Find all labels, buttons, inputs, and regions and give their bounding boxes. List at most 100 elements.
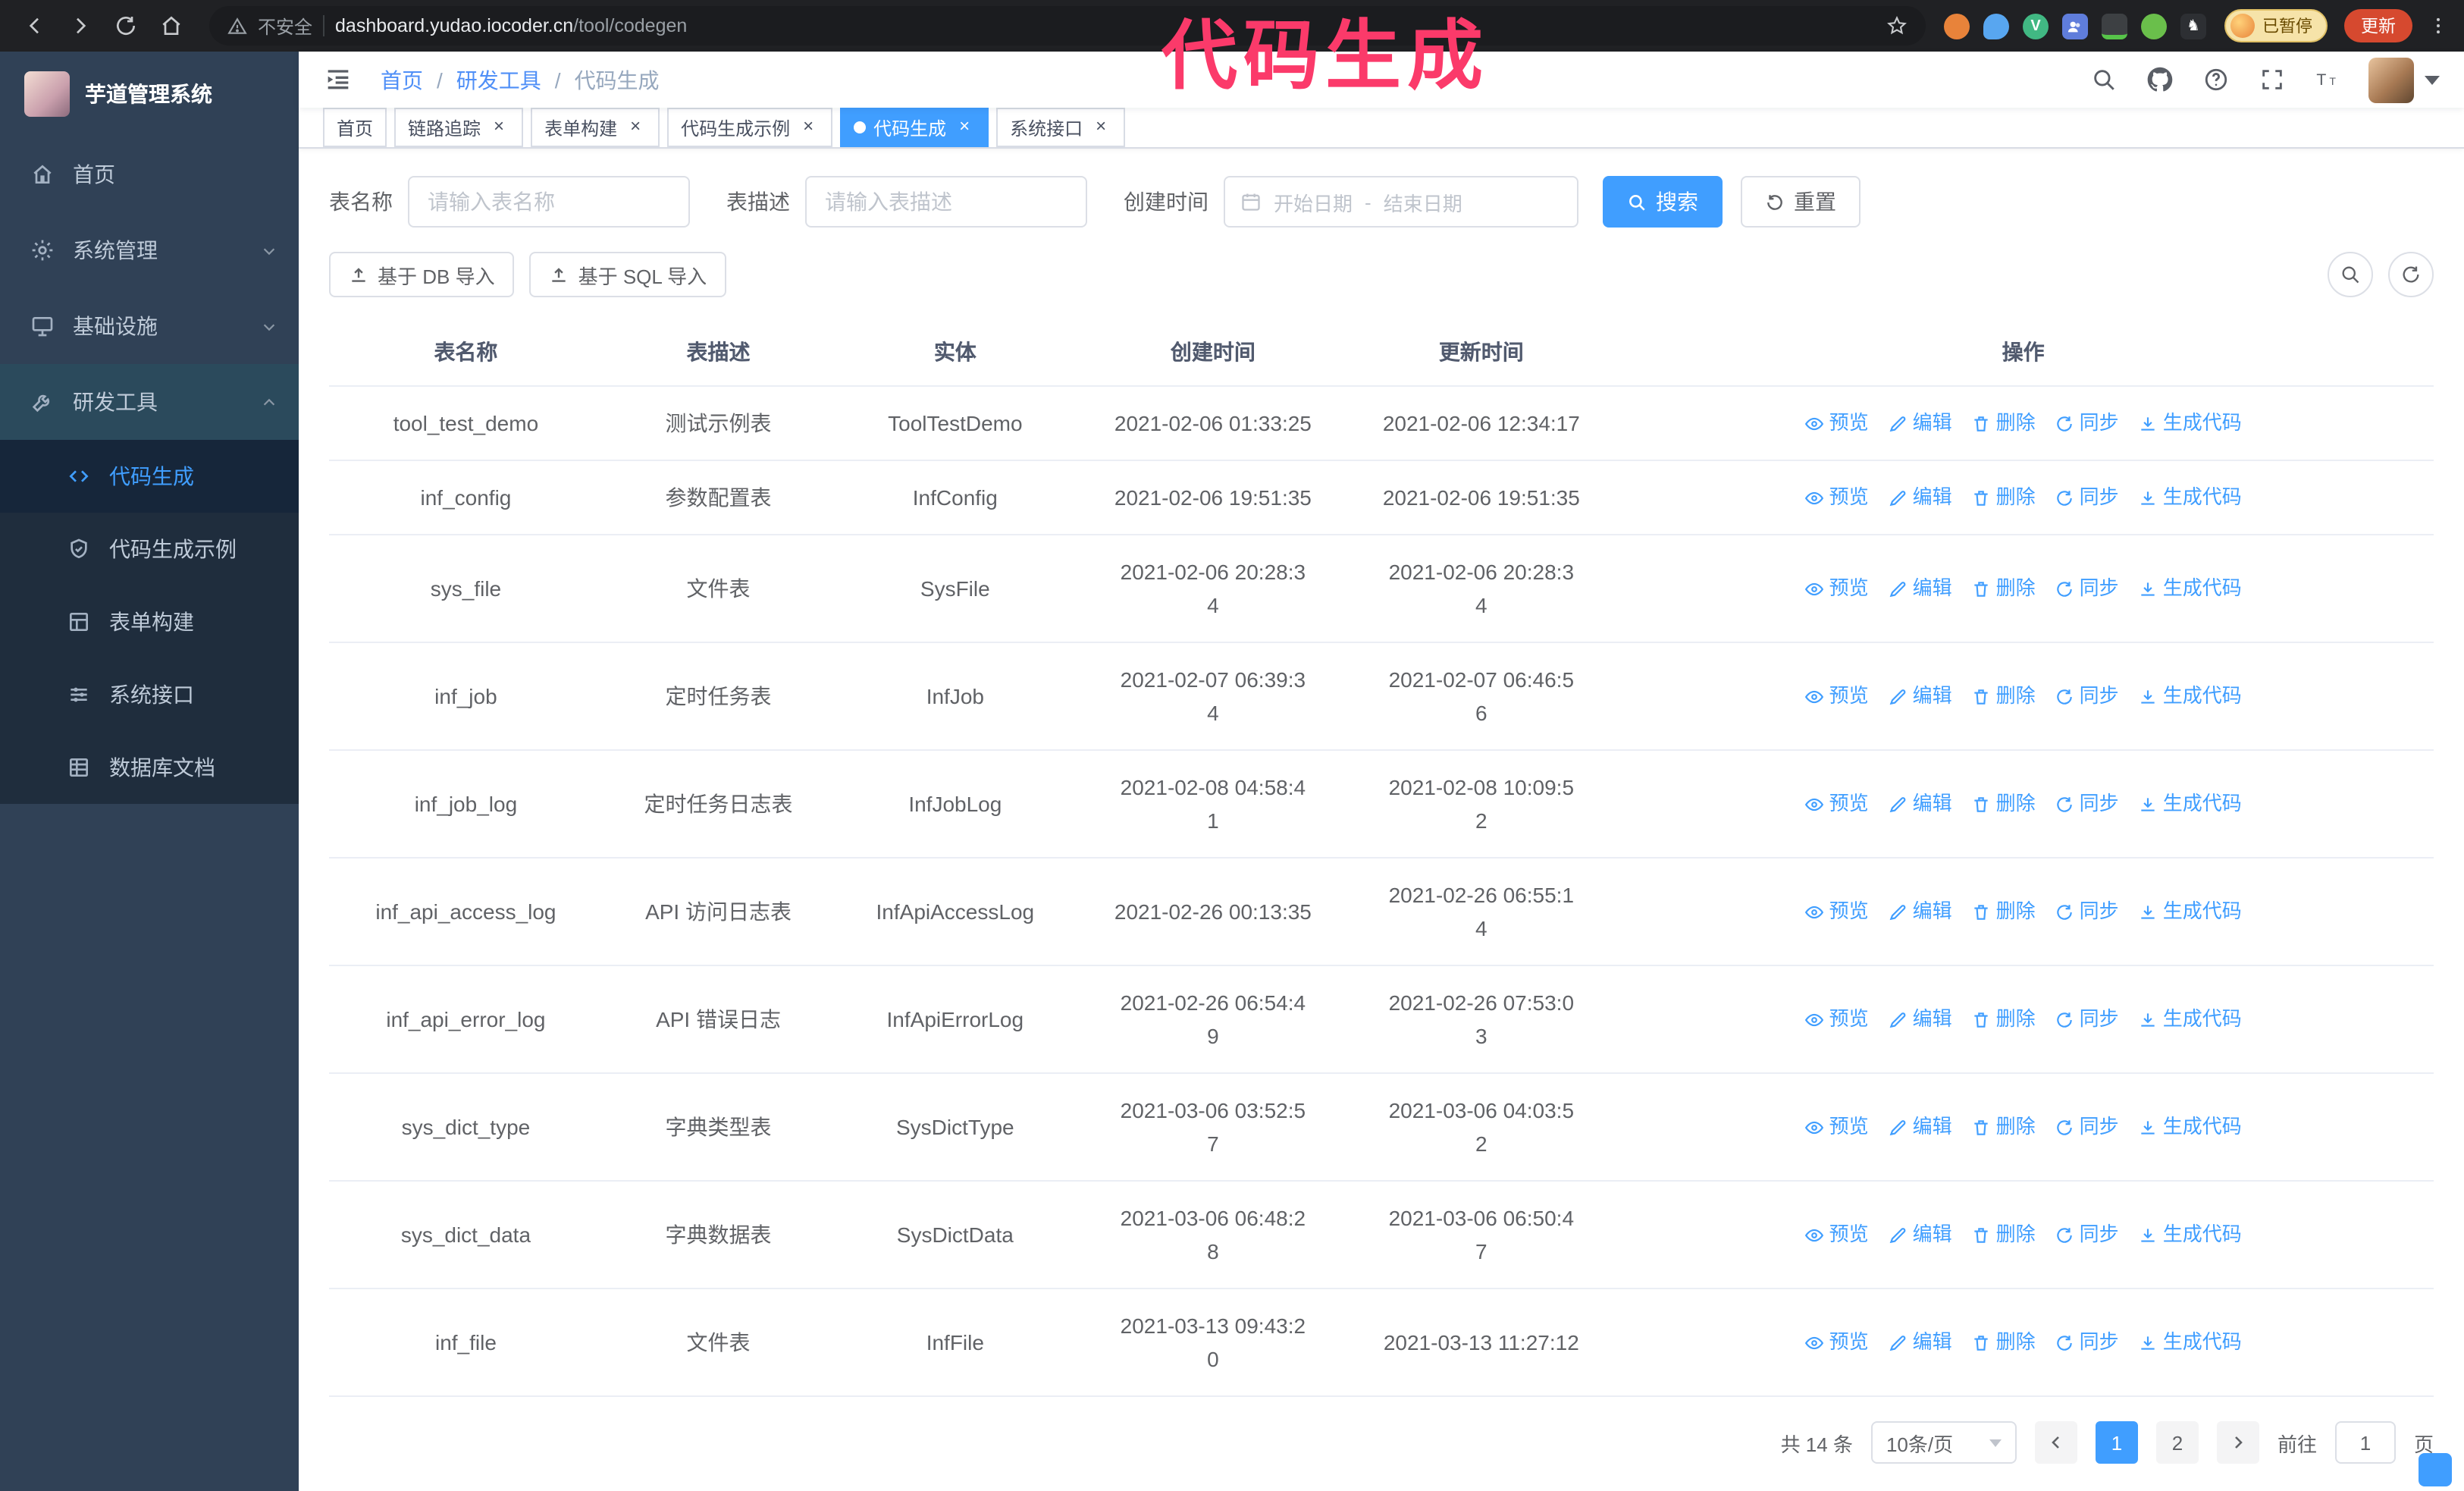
generate-code-link[interactable]: 生成代码: [2139, 1110, 2242, 1144]
preview-link[interactable]: 预览: [1805, 481, 1869, 514]
floating-widget-button[interactable]: [2419, 1453, 2452, 1486]
browser-forward-button[interactable]: [61, 6, 100, 46]
generate-code-link[interactable]: 生成代码: [2139, 481, 2242, 514]
sidebar-item-devtools[interactable]: 研发工具: [0, 364, 299, 440]
sidebar-item-form-builder[interactable]: 表单构建: [0, 585, 299, 658]
sync-link[interactable]: 同步: [2055, 1110, 2119, 1144]
search-button[interactable]: 搜索: [1603, 176, 1723, 228]
sync-link[interactable]: 同步: [2055, 1218, 2119, 1251]
sync-link[interactable]: 同步: [2055, 1003, 2119, 1036]
tab-codegen[interactable]: 代码生成: [840, 108, 989, 147]
fullscreen-icon[interactable]: [2256, 64, 2287, 95]
tab-tracing[interactable]: 链路追踪: [394, 108, 524, 147]
import-sql-button[interactable]: 基于 SQL 导入: [529, 252, 727, 297]
browser-reload-button[interactable]: [106, 6, 146, 46]
sidebar-toggle-icon[interactable]: [323, 63, 356, 96]
vue-devtools-icon[interactable]: V: [2023, 13, 2049, 39]
date-range-picker[interactable]: 开始日期 - 结束日期: [1224, 176, 1578, 228]
preview-link[interactable]: 预览: [1805, 1326, 1869, 1359]
extension-icon[interactable]: [1944, 13, 1970, 39]
generate-code-link[interactable]: 生成代码: [2139, 1003, 2242, 1036]
breadcrumb-home[interactable]: 首页: [381, 64, 423, 95]
extension-icon[interactable]: ♞: [2180, 13, 2206, 39]
security-label[interactable]: 不安全: [258, 13, 312, 39]
browser-home-button[interactable]: [152, 6, 191, 46]
preview-link[interactable]: 预览: [1805, 787, 1869, 821]
accounts-extension-icon[interactable]: [2062, 13, 2088, 39]
edit-link[interactable]: 编辑: [1889, 1218, 1952, 1251]
generate-code-link[interactable]: 生成代码: [2139, 1326, 2242, 1359]
goto-page-input[interactable]: [2334, 1421, 2396, 1464]
generate-code-link[interactable]: 生成代码: [2139, 1218, 2242, 1251]
delete-link[interactable]: 删除: [1972, 481, 2036, 514]
tab-api[interactable]: 系统接口: [996, 108, 1126, 147]
sidebar-item-api[interactable]: 系统接口: [0, 658, 299, 731]
preview-link[interactable]: 预览: [1805, 680, 1869, 713]
prev-page-button[interactable]: [2034, 1421, 2077, 1464]
extension-icon[interactable]: [1983, 13, 2009, 39]
preview-link[interactable]: 预览: [1805, 1110, 1869, 1144]
sync-link[interactable]: 同步: [2055, 787, 2119, 821]
sidebar-item-codegen-example[interactable]: 代码生成示例: [0, 513, 299, 585]
import-db-button[interactable]: 基于 DB 导入: [329, 252, 515, 297]
page-size-select[interactable]: 10条/页: [1870, 1421, 2017, 1464]
generate-code-link[interactable]: 生成代码: [2139, 895, 2242, 928]
sync-link[interactable]: 同步: [2055, 895, 2119, 928]
preview-link[interactable]: 预览: [1805, 1218, 1869, 1251]
user-menu[interactable]: [2368, 57, 2440, 102]
breadcrumb-devtools[interactable]: 研发工具: [456, 64, 541, 95]
table-name-input[interactable]: [408, 176, 690, 228]
browser-update-button[interactable]: 更新: [2344, 9, 2412, 42]
delete-link[interactable]: 删除: [1972, 787, 2036, 821]
close-icon[interactable]: [625, 117, 646, 138]
tab-codegen-example[interactable]: 代码生成示例: [667, 108, 833, 147]
github-icon[interactable]: [2144, 64, 2174, 95]
sidebar-item-db-doc[interactable]: 数据库文档: [0, 731, 299, 804]
generate-code-link[interactable]: 生成代码: [2139, 572, 2242, 605]
browser-menu-icon[interactable]: [2428, 15, 2449, 36]
bookmark-star-icon[interactable]: [1886, 15, 1908, 36]
generate-code-link[interactable]: 生成代码: [2139, 680, 2242, 713]
address-bar[interactable]: 不安全 dashboard.yudao.iocoder.cn/tool/code…: [209, 6, 1926, 46]
delete-link[interactable]: 删除: [1972, 572, 2036, 605]
edit-link[interactable]: 编辑: [1889, 406, 1952, 440]
sync-link[interactable]: 同步: [2055, 406, 2119, 440]
extension-icon[interactable]: [2102, 13, 2127, 39]
browser-profile-chip[interactable]: 已暂停: [2224, 9, 2328, 42]
tab-form-builder[interactable]: 表单构建: [531, 108, 660, 147]
table-desc-input[interactable]: [805, 176, 1087, 228]
edit-link[interactable]: 编辑: [1889, 1110, 1952, 1144]
preview-link[interactable]: 预览: [1805, 895, 1869, 928]
delete-link[interactable]: 删除: [1972, 1218, 2036, 1251]
extension-icon[interactable]: [2141, 13, 2167, 39]
edit-link[interactable]: 编辑: [1889, 572, 1952, 605]
delete-link[interactable]: 删除: [1972, 1110, 2036, 1144]
close-icon[interactable]: [1090, 117, 1111, 138]
toggle-search-button[interactable]: [2328, 252, 2373, 297]
close-icon[interactable]: [798, 117, 819, 138]
sync-link[interactable]: 同步: [2055, 572, 2119, 605]
preview-link[interactable]: 预览: [1805, 572, 1869, 605]
delete-link[interactable]: 删除: [1972, 680, 2036, 713]
preview-link[interactable]: 预览: [1805, 406, 1869, 440]
sync-link[interactable]: 同步: [2055, 481, 2119, 514]
tab-home[interactable]: 首页: [323, 108, 387, 147]
sync-link[interactable]: 同步: [2055, 1326, 2119, 1359]
sidebar-item-infra[interactable]: 基础设施: [0, 288, 299, 364]
page-button-1[interactable]: 1: [2095, 1421, 2138, 1464]
delete-link[interactable]: 删除: [1972, 406, 2036, 440]
page-url[interactable]: dashboard.yudao.iocoder.cn/tool/codegen: [335, 15, 687, 36]
preview-link[interactable]: 预览: [1805, 1003, 1869, 1036]
page-button-2[interactable]: 2: [2155, 1421, 2199, 1464]
edit-link[interactable]: 编辑: [1889, 787, 1952, 821]
edit-link[interactable]: 编辑: [1889, 1326, 1952, 1359]
delete-link[interactable]: 删除: [1972, 1326, 2036, 1359]
delete-link[interactable]: 删除: [1972, 895, 2036, 928]
sync-link[interactable]: 同步: [2055, 680, 2119, 713]
help-icon[interactable]: [2200, 64, 2230, 95]
generate-code-link[interactable]: 生成代码: [2139, 787, 2242, 821]
next-page-button[interactable]: [2216, 1421, 2259, 1464]
edit-link[interactable]: 编辑: [1889, 1003, 1952, 1036]
reset-button[interactable]: 重置: [1741, 176, 1861, 228]
sidebar-item-system[interactable]: 系统管理: [0, 212, 299, 288]
